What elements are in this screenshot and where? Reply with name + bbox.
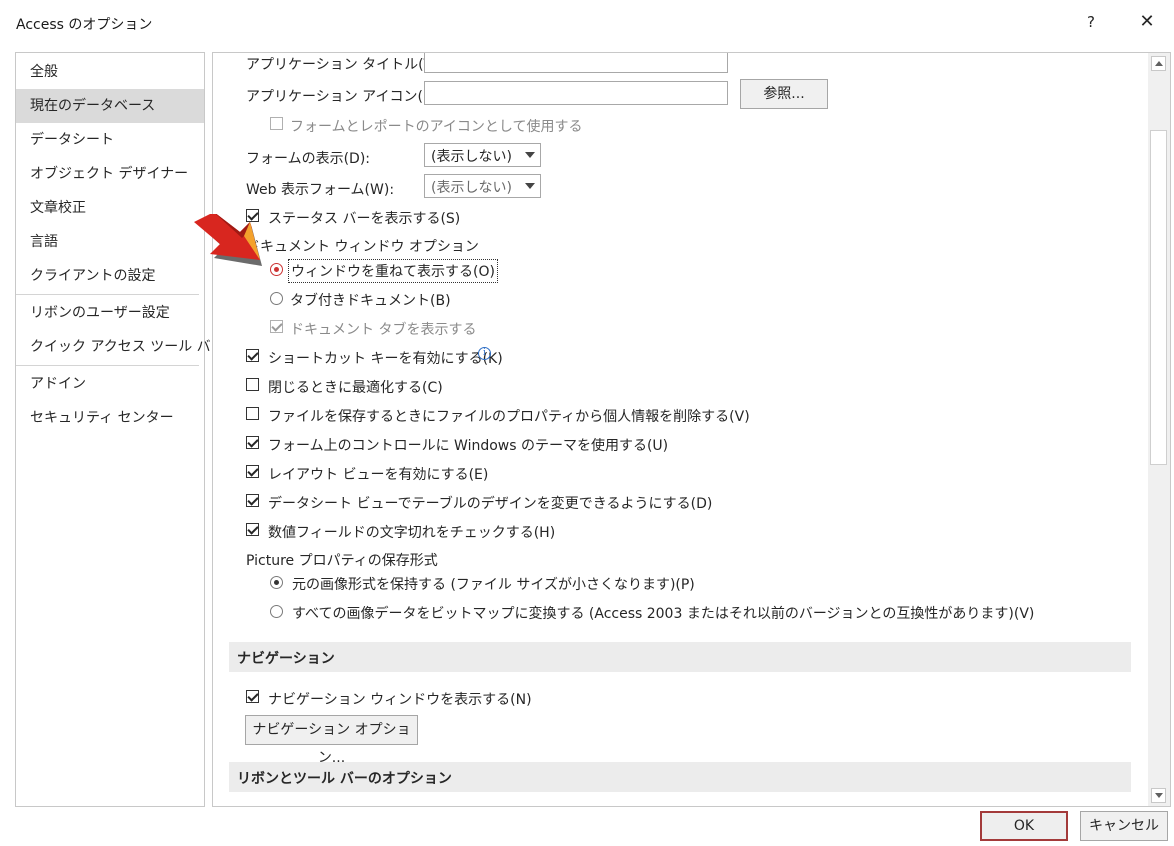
navigation-options-button[interactable]: ナビゲーション オプション...: [245, 715, 418, 766]
window-title: Access のオプション: [16, 17, 153, 33]
web-display-form-value: (表示しない): [431, 180, 512, 196]
app-icon-label: アプリケーション アイコン(I):: [246, 89, 438, 105]
remove-personal-info-label: ファイルを保存するときにファイルのプロパティから個人情報を削除する(V): [268, 409, 750, 425]
sidebar-item-object-designers[interactable]: オブジェクト デザイナー: [16, 157, 204, 191]
sidebar-item-general[interactable]: 全般: [16, 55, 204, 89]
cancel-button[interactable]: キャンセル: [1080, 811, 1168, 841]
truncated-fields-checkbox[interactable]: [246, 523, 259, 536]
sidebar-divider: [16, 294, 199, 295]
navigation-section-title: ナビゲーション: [237, 651, 335, 667]
display-form-label: フォームの表示(D):: [246, 151, 371, 167]
status-bar-label: ステータス バーを表示する(S): [268, 211, 461, 227]
windows-theme-label: フォーム上のコントロールに Windows のテーマを使用する(U): [268, 438, 669, 454]
help-button[interactable]: ?: [1080, 10, 1102, 34]
preserve-source-label: 元の画像形式を保持する (ファイル サイズが小さくなります)(P): [292, 577, 695, 593]
shortcut-keys-label: ショートカット キーを有効にする(K): [268, 351, 503, 367]
web-display-form-label: Web 表示フォーム(W):: [246, 182, 395, 198]
display-form-select[interactable]: (表示しない): [424, 143, 541, 167]
app-icon-input[interactable]: [424, 81, 728, 105]
layout-view-checkbox[interactable]: [246, 465, 259, 478]
close-button[interactable]: ✕: [1134, 10, 1160, 34]
compact-on-close-checkbox[interactable]: [246, 378, 259, 391]
app-title-input[interactable]: [424, 53, 728, 73]
truncated-fields-label: 数値フィールドの文字切れをチェックする(H): [268, 525, 556, 541]
windows-theme-checkbox[interactable]: [246, 436, 259, 449]
annotation-arrow-icon: [194, 214, 262, 266]
scroll-thumb[interactable]: [1150, 130, 1167, 465]
datasheet-design-label: データシート ビューでテーブルのデザインを変更できるようにする(D): [268, 496, 713, 512]
sidebar-item-client-settings[interactable]: クライアントの設定: [16, 259, 204, 293]
display-form-value: (表示しない): [431, 149, 512, 165]
document-tabs-label: ドキュメント タブを表示する: [290, 322, 477, 338]
browse-button[interactable]: 参照...: [740, 79, 828, 109]
info-icon[interactable]: i: [478, 347, 491, 360]
convert-bitmap-label: すべての画像データをビットマップに変換する (Access 2003 またはそれ…: [292, 606, 1035, 622]
web-display-form-select[interactable]: (表示しない): [424, 174, 541, 198]
document-tabs-checkbox[interactable]: [270, 320, 283, 333]
overlapping-windows-label: ウィンドウを重ねて表示する(O): [288, 259, 498, 283]
use-icon-forms-checkbox[interactable]: [270, 117, 283, 130]
scroll-up-button[interactable]: [1151, 56, 1166, 71]
compact-on-close-label: 閉じるときに最適化する(C): [268, 380, 443, 396]
app-title-label: アプリケーション タイトル(T):: [246, 57, 443, 73]
vertical-scrollbar[interactable]: [1148, 53, 1170, 806]
sidebar-item-datasheet[interactable]: データシート: [16, 123, 204, 157]
use-icon-forms-label: フォームとレポートのアイコンとして使用する: [290, 119, 583, 135]
sidebar-divider: [16, 365, 199, 366]
ribbon-section-title: リボンとツール バーのオプション: [237, 771, 452, 787]
tabbed-documents-label: タブ付きドキュメント(B): [290, 293, 451, 309]
tabbed-documents-radio[interactable]: [270, 292, 283, 305]
sidebar-item-proofing[interactable]: 文章校正: [16, 191, 204, 225]
datasheet-design-checkbox[interactable]: [246, 494, 259, 507]
sidebar-item-quick-access-toolbar[interactable]: クイック アクセス ツール バー: [16, 330, 225, 364]
layout-view-label: レイアウト ビューを有効にする(E): [268, 467, 489, 483]
title-bar: Access のオプション ? ✕: [0, 0, 1174, 44]
nav-pane-label: ナビゲーション ウィンドウを表示する(N): [268, 692, 532, 708]
ok-button[interactable]: OK: [980, 811, 1068, 841]
ribbon-section-header: リボンとツール バーのオプション: [229, 762, 1131, 792]
navigation-section-header: ナビゲーション: [229, 642, 1131, 672]
sidebar-item-current-database[interactable]: 現在のデータベース: [16, 89, 204, 123]
shortcut-keys-checkbox[interactable]: [246, 349, 259, 362]
convert-bitmap-radio[interactable]: [270, 605, 283, 618]
sidebar: 全般 現在のデータベース データシート オブジェクト デザイナー 文章校正 言語…: [15, 52, 225, 807]
preserve-source-radio[interactable]: [270, 576, 283, 589]
chevron-down-icon: [525, 152, 535, 158]
sidebar-item-customize-ribbon[interactable]: リボンのユーザー設定: [16, 296, 204, 330]
remove-personal-info-checkbox[interactable]: [246, 407, 259, 420]
scroll-down-button[interactable]: [1151, 788, 1166, 803]
options-content-panel: アプリケーション タイトル(T): アプリケーション アイコン(I): 参照..…: [212, 52, 1171, 807]
sidebar-item-add-ins[interactable]: アドイン: [16, 367, 204, 401]
chevron-down-icon: [525, 183, 535, 189]
sidebar-item-language[interactable]: 言語: [16, 225, 204, 259]
nav-pane-checkbox[interactable]: [246, 690, 259, 703]
picture-storage-label: Picture プロパティの保存形式: [246, 553, 438, 569]
sidebar-item-trust-center[interactable]: セキュリティ センター: [16, 401, 204, 435]
